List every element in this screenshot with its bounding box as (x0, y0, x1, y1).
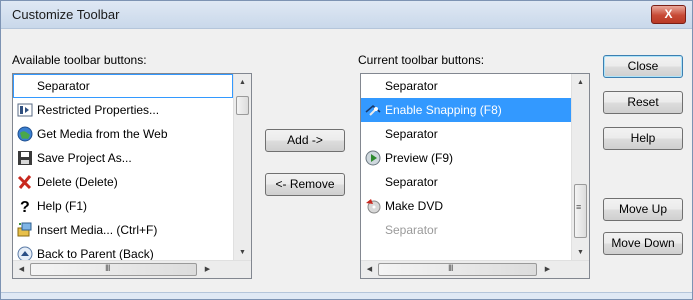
dialog-title: Customize Toolbar (12, 7, 120, 22)
title-bar: Customize Toolbar X (1, 1, 692, 29)
current-buttons-label: Current toolbar buttons: (358, 53, 485, 67)
scroll-down-arrow[interactable]: ▼ (572, 244, 589, 261)
scroll-grip: ≡ (576, 202, 581, 212)
scroll-right-arrow[interactable]: ▶ (199, 261, 216, 278)
dialog-bottom-border (1, 292, 692, 299)
help-question-icon: ? (20, 199, 30, 214)
available-horizontal-scrollbar[interactable]: ◀ III ▶ (13, 260, 251, 278)
back-to-parent-icon (17, 246, 33, 261)
customize-toolbar-dialog: Customize Toolbar X Available toolbar bu… (0, 0, 693, 300)
current-vertical-scrollbar[interactable]: ▲ ≡ ▼ (571, 74, 589, 261)
available-list-items: Separator Restricted Properties... Get M… (13, 74, 233, 261)
window-close-button[interactable]: X (651, 5, 686, 24)
move-up-button[interactable]: Move Up (603, 198, 683, 221)
list-item[interactable]: Separator (361, 170, 571, 194)
list-item[interactable]: Insert Media... (Ctrl+F) (13, 218, 233, 242)
list-item[interactable]: Preview (F9) (361, 146, 571, 170)
list-item-selected[interactable]: Enable Snapping (F8) (361, 98, 571, 122)
scroll-up-arrow[interactable]: ▲ (234, 74, 251, 91)
scroll-left-arrow[interactable]: ◀ (13, 261, 30, 278)
globe-icon (17, 126, 33, 142)
scroll-thumb[interactable] (378, 263, 537, 276)
scroll-thumb[interactable] (236, 96, 249, 115)
remove-button[interactable]: <- Remove (265, 173, 345, 196)
scroll-grip: III (105, 263, 110, 273)
scroll-thumb[interactable] (30, 263, 197, 276)
list-item[interactable]: Separator (361, 122, 571, 146)
scroll-down-arrow[interactable]: ▼ (234, 244, 251, 261)
scrollbar-corner (234, 261, 251, 278)
current-list-items: Separator Enable Snapping (F8) Separator… (361, 74, 571, 261)
scroll-up-arrow[interactable]: ▲ (572, 74, 589, 91)
available-buttons-label: Available toolbar buttons: (12, 53, 147, 67)
insert-media-icon (17, 222, 32, 237)
list-item[interactable]: ? Help (F1) (13, 194, 233, 218)
available-buttons-list[interactable]: Separator Restricted Properties... Get M… (12, 73, 252, 279)
list-item[interactable]: Restricted Properties... (13, 98, 233, 122)
scroll-right-arrow[interactable]: ▶ (539, 261, 556, 278)
help-button[interactable]: Help (603, 127, 683, 150)
list-item[interactable]: Separator (361, 74, 571, 98)
move-down-button[interactable]: Move Down (603, 232, 683, 255)
available-vertical-scrollbar[interactable]: ▲ ▼ (233, 74, 251, 261)
list-item[interactable]: Get Media from the Web (13, 122, 233, 146)
close-button[interactable]: Close (603, 55, 683, 78)
add-button[interactable]: Add -> (265, 129, 345, 152)
make-dvd-icon (366, 199, 381, 214)
list-item[interactable]: Back to Parent (Back) (13, 242, 233, 261)
list-item[interactable]: Separator (13, 74, 233, 98)
current-buttons-list[interactable]: Separator Enable Snapping (F8) Separator… (360, 73, 590, 279)
list-item[interactable]: Separator (361, 218, 571, 242)
restricted-properties-icon (17, 103, 33, 117)
svg-text:?: ? (20, 199, 30, 214)
save-as-icon (18, 151, 32, 165)
scroll-left-arrow[interactable]: ◀ (361, 261, 378, 278)
list-item[interactable]: Save Project As... (13, 146, 233, 170)
scrollbar-corner (572, 261, 589, 278)
scroll-grip: III (448, 263, 453, 273)
snapping-icon (365, 105, 381, 116)
delete-x-icon (17, 175, 32, 190)
preview-icon (365, 150, 381, 166)
list-item[interactable]: Make DVD (361, 194, 571, 218)
reset-button[interactable]: Reset (603, 91, 683, 114)
current-horizontal-scrollbar[interactable]: ◀ III ▶ (361, 260, 589, 278)
list-item[interactable]: Delete (Delete) (13, 170, 233, 194)
